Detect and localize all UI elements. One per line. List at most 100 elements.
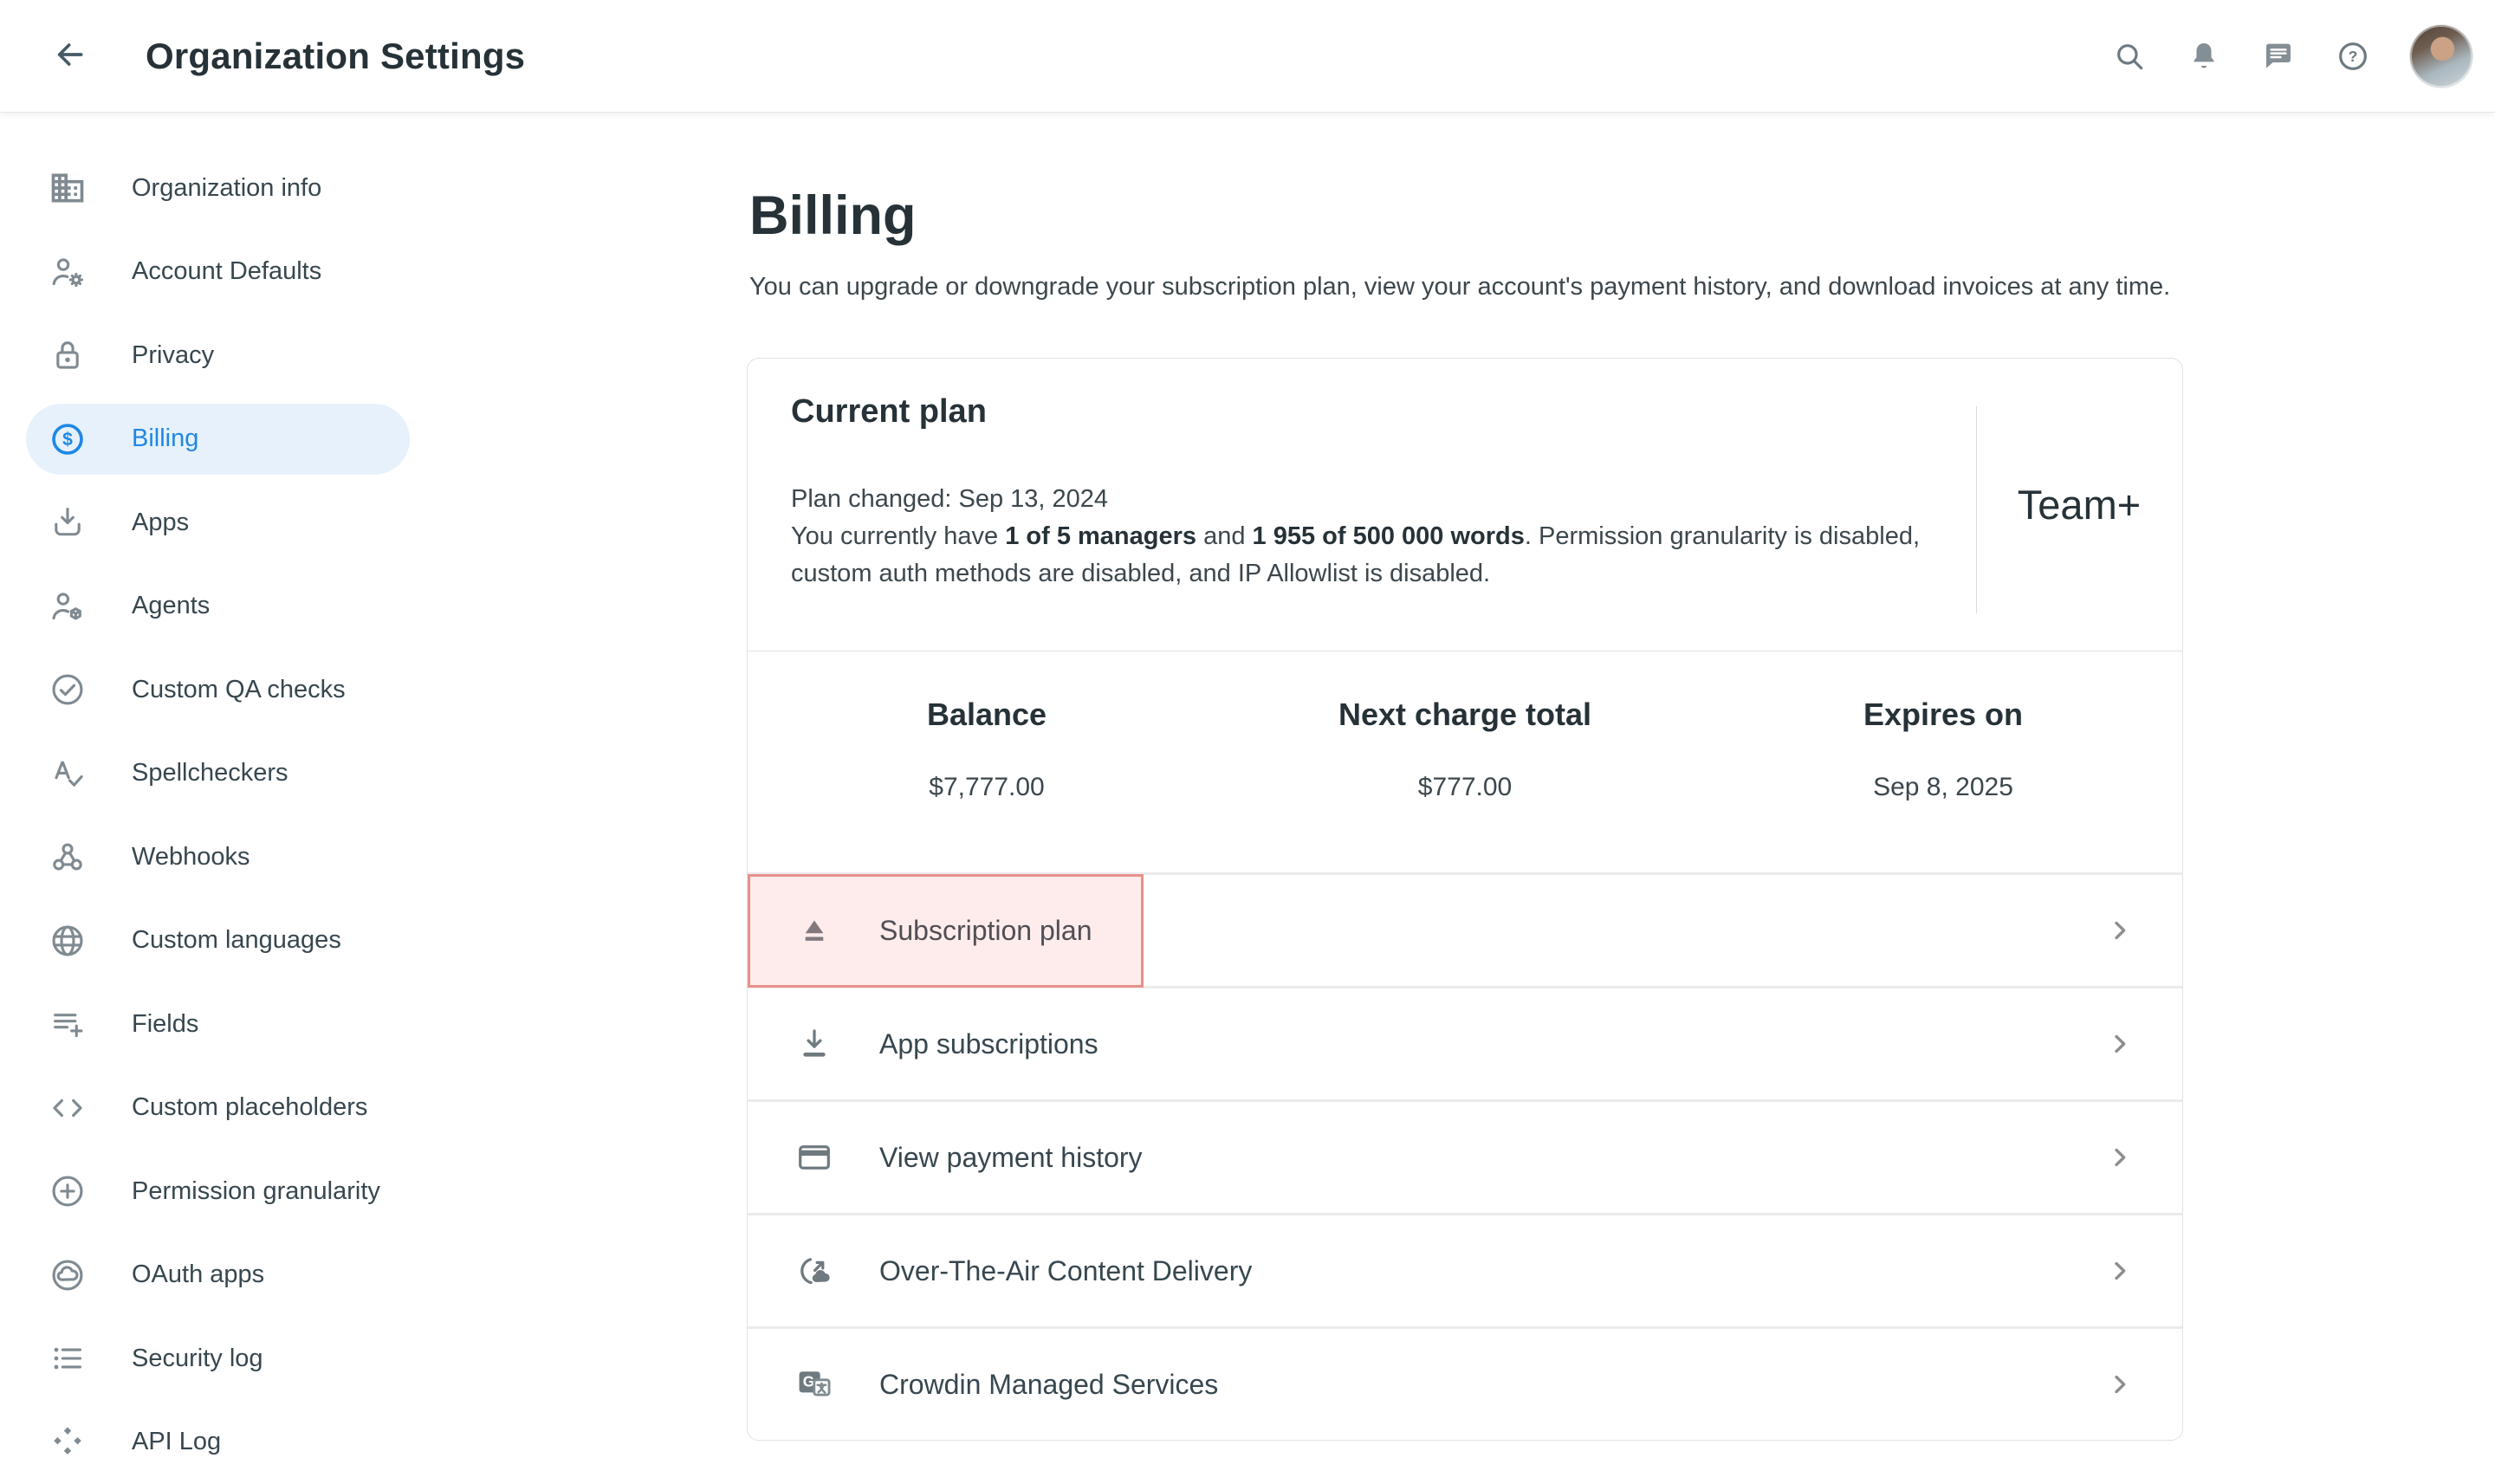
page-subtitle: You can upgrade or downgrade your subscr… <box>749 269 2185 305</box>
usage-words: 1 955 of 500 000 words <box>1253 522 1525 550</box>
sidebar-item-label: Custom placeholders <box>132 1093 367 1122</box>
usage-prefix: You currently have <box>791 522 1005 550</box>
current-plan-details: Current plan Plan changed: Sep 13, 2024 … <box>748 359 1976 651</box>
sidebar-item-label: Billing <box>132 424 198 453</box>
current-plan-heading: Current plan <box>791 393 1976 431</box>
row-label: Over-The-Air Content Delivery <box>879 1255 1252 1287</box>
user-avatar[interactable] <box>2410 25 2472 87</box>
page-header-title: Organization Settings <box>146 36 525 77</box>
code-icon <box>49 1089 87 1127</box>
sidebar-item-custom-languages[interactable]: Custom languages <box>0 899 416 983</box>
sidebar-item-oauth-apps[interactable]: OAuth apps <box>0 1234 416 1318</box>
user-cube-icon <box>49 587 87 625</box>
plan-name: Team+ <box>2018 481 2141 528</box>
plan-name-panel: Team+ <box>1976 359 2182 651</box>
back-arrow-icon <box>52 37 87 72</box>
translate-icon: G <box>794 1364 834 1404</box>
sidebar-item-security-log[interactable]: Security log <box>0 1317 416 1401</box>
sidebar-item-label: Agents <box>132 592 210 620</box>
row-label: Crowdin Managed Services <box>879 1369 1218 1401</box>
sidebar-item-custom-placeholders[interactable]: Custom placeholders <box>0 1066 416 1150</box>
sidebar-item-privacy[interactable]: Privacy <box>0 314 416 398</box>
chevron-right-icon[interactable] <box>2103 1140 2137 1175</box>
svg-text:$: $ <box>62 430 73 450</box>
usage-managers: 1 of 5 managers <box>1005 522 1196 550</box>
stat-value: $777.00 <box>1226 773 1704 802</box>
usage-middle: and <box>1196 522 1253 550</box>
stat-label: Balance <box>748 697 1226 733</box>
search-icon[interactable] <box>2112 39 2147 74</box>
row-app-subscriptions[interactable]: App subscriptions <box>748 988 2182 1099</box>
ota-cloud-sync-icon <box>794 1251 834 1291</box>
billing-card: Current plan Plan changed: Sep 13, 2024 … <box>747 358 2183 1441</box>
sidebar-item-organization-info[interactable]: Organization info <box>0 146 416 230</box>
chevron-right-icon[interactable] <box>2103 1367 2137 1402</box>
plus-circle-icon <box>49 1172 87 1210</box>
plan-changed-text: Plan changed: Sep 13, 2024 <box>791 481 1976 518</box>
stat-value: $7,777.00 <box>748 773 1226 802</box>
billing-content: Billing You can upgrade or downgrade you… <box>747 113 2185 1441</box>
check-circle-icon <box>49 671 87 709</box>
settings-sidebar: Organization info Account Defaults Priva… <box>0 113 416 1484</box>
globe-icon <box>49 922 87 960</box>
sidebar-item-label: Account Defaults <box>132 257 321 286</box>
header-actions: ? <box>2112 25 2472 87</box>
chevron-right-icon[interactable] <box>2103 913 2137 948</box>
sidebar-item-label: Custom languages <box>132 926 341 955</box>
sidebar-item-agents[interactable]: Agents <box>0 565 416 649</box>
sidebar-item-label: Apps <box>132 509 189 537</box>
install-icon <box>49 503 87 541</box>
dollar-circle-icon: $ <box>49 420 87 458</box>
stat-value: Sep 8, 2025 <box>1704 773 2182 802</box>
sidebar-item-billing[interactable]: $ Billing <box>26 404 410 475</box>
sidebar-item-custom-qa-checks[interactable]: Custom QA checks <box>0 648 416 732</box>
sidebar-item-label: Organization info <box>132 174 321 203</box>
stat-balance: Balance $7,777.00 <box>748 651 1226 872</box>
row-ota-content-delivery[interactable]: Over-The-Air Content Delivery <box>748 1215 2182 1326</box>
sidebar-item-label: Spellcheckers <box>132 759 288 787</box>
sidebar-item-fields[interactable]: Fields <box>0 982 416 1066</box>
sidebar-item-webhooks[interactable]: Webhooks <box>0 815 416 899</box>
billing-stats: Balance $7,777.00 Next charge total $777… <box>748 651 2182 872</box>
sidebar-item-api-log[interactable]: API Log <box>0 1401 416 1484</box>
stat-label: Next charge total <box>1226 697 1704 733</box>
current-plan-section: Current plan Plan changed: Sep 13, 2024 … <box>748 359 2182 651</box>
sidebar-item-label: Custom QA checks <box>132 676 346 704</box>
sidebar-item-label: API Log <box>132 1428 221 1456</box>
stat-next-charge-total: Next charge total $777.00 <box>1226 651 1704 872</box>
sidebar-item-label: OAuth apps <box>132 1260 264 1289</box>
sidebar-item-label: Security log <box>132 1345 263 1373</box>
sidebar-item-label: Webhooks <box>132 843 250 872</box>
sidebar-item-spellcheckers[interactable]: Spellcheckers <box>0 732 416 816</box>
row-label: View payment history <box>879 1142 1143 1174</box>
building-icon <box>49 169 87 207</box>
row-subscription-plan[interactable]: Subscription plan <box>748 875 2182 986</box>
sidebar-item-permission-granularity[interactable]: Permission granularity <box>0 1150 416 1234</box>
notifications-bell-icon[interactable] <box>2187 39 2221 74</box>
page-title: Billing <box>749 189 2185 243</box>
sidebar-item-label: Permission granularity <box>132 1177 380 1206</box>
row-label: Subscription plan <box>879 915 1092 947</box>
sidebar-item-account-defaults[interactable]: Account Defaults <box>0 230 416 314</box>
app-root: Organization Settings ? Organ <box>0 0 2495 1484</box>
sidebar-item-apps[interactable]: Apps <box>0 481 416 565</box>
stat-label: Expires on <box>1704 697 2182 733</box>
cloud-circle-icon <box>49 1256 87 1294</box>
diamonds-icon <box>49 1423 87 1461</box>
chevron-right-icon[interactable] <box>2103 1254 2137 1288</box>
app-header: Organization Settings ? <box>0 0 2495 113</box>
messages-icon[interactable] <box>2261 39 2296 74</box>
bullet-list-icon <box>49 1339 87 1377</box>
sidebar-item-label: Privacy <box>132 341 214 370</box>
download-icon <box>794 1024 834 1064</box>
back-button[interactable] <box>49 36 90 77</box>
row-label: App subscriptions <box>879 1028 1098 1060</box>
eject-icon <box>794 910 834 950</box>
row-crowdin-managed-services[interactable]: G Crowdin Managed Services <box>748 1329 2182 1440</box>
row-view-payment-history[interactable]: View payment history <box>748 1102 2182 1213</box>
chevron-right-icon[interactable] <box>2103 1027 2137 1061</box>
list-add-icon <box>49 1005 87 1043</box>
svg-text:?: ? <box>2349 48 2358 65</box>
svg-text:G: G <box>803 1373 814 1390</box>
help-icon[interactable]: ? <box>2336 39 2370 74</box>
